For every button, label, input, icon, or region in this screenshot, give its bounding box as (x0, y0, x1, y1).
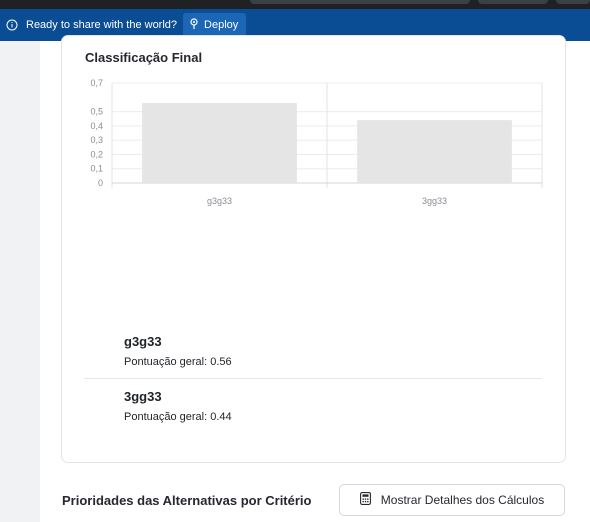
main-content: Classificação Final 0,7 0,5 0,4 0,3 0,2 0,1 0 g… (40, 35, 590, 522)
calculator-icon (359, 492, 371, 508)
y-tick-label: 0,2 (90, 149, 103, 159)
browser-top-strip (0, 0, 590, 9)
y-tick-label: 0,3 (90, 135, 103, 145)
alternative-score: Pontuação geral: 0.44 (124, 411, 232, 423)
bar (142, 103, 297, 183)
deploy-icon (189, 18, 199, 32)
alternative-item: g3g33 Pontuação geral: 0.56 (84, 334, 542, 368)
deploy-label: Deploy (204, 19, 239, 31)
card-title: Classificação Final (85, 50, 203, 65)
y-tick-label: 0,7 (90, 78, 103, 88)
top-strip-tab (556, 0, 590, 4)
bar (357, 120, 512, 183)
show-calculation-details-button[interactable]: Mostrar Detalhes dos Cálculos (339, 484, 565, 516)
details-button-label: Mostrar Detalhes dos Cálculos (380, 493, 545, 507)
final-ranking-card: Classificação Final 0,7 0,5 0,4 0,3 0,2 0,1 0 g… (61, 35, 566, 463)
top-strip-tab (250, 0, 470, 4)
banner-message: Ready to share with the world? (26, 19, 178, 31)
top-strip-tab (478, 0, 548, 4)
alternative-name: 3gg33 (124, 389, 162, 404)
section-title: Prioridades das Alternativas por Critéri… (62, 493, 312, 508)
y-tick-label: 0 (98, 178, 103, 188)
ranking-bar-chart: 0,7 0,5 0,4 0,3 0,2 0,1 0 g3g33 3gg33 (90, 78, 543, 206)
deploy-button[interactable]: Deploy (183, 13, 247, 37)
alternative-item: 3gg33 Pontuação geral: 0.44 (84, 389, 542, 423)
x-tick-label: 3gg33 (422, 196, 447, 206)
y-tick-label: 0,4 (90, 121, 103, 131)
x-tick-label: g3g33 (207, 196, 232, 206)
info-icon (6, 19, 18, 31)
list-divider (84, 378, 542, 379)
y-tick-label: 0,5 (90, 107, 103, 117)
y-tick-label: 0,1 (90, 164, 103, 174)
alternative-name: g3g33 (124, 334, 162, 349)
alternative-score: Pontuação geral: 0.56 (124, 356, 232, 368)
